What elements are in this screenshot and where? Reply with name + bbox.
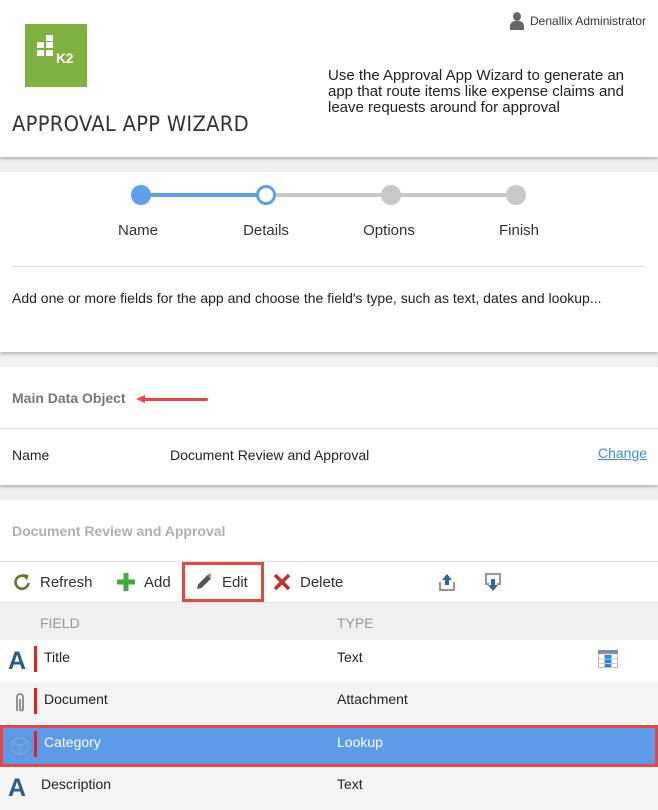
table-row[interactable]: A Description Text [0, 767, 658, 809]
text-icon: A [8, 774, 27, 802]
required-indicator [34, 688, 37, 714]
step-dot-finish[interactable] [506, 185, 526, 205]
field-type: Text [337, 649, 363, 665]
download-icon [484, 572, 502, 591]
table-row[interactable]: A Title Text [0, 640, 658, 682]
logo-text: K2 [56, 50, 73, 66]
add-button[interactable]: Add [116, 562, 171, 602]
plus-icon [117, 573, 135, 591]
step-dot-name[interactable] [131, 185, 151, 205]
fields-toolbar: Refresh Add Edit Delete [0, 561, 658, 603]
step-dot-details[interactable] [256, 185, 276, 205]
main-data-object-heading: Main Data Object [12, 390, 126, 406]
field-name: Category [44, 734, 101, 750]
step-dot-options[interactable] [381, 185, 401, 205]
column-header-type[interactable]: TYPE [337, 615, 374, 631]
progress-track-completed [141, 193, 266, 197]
name-value: Document Review and Approval [170, 447, 370, 463]
step-label-finish: Finish [498, 222, 539, 239]
cube-icon [11, 736, 29, 756]
logo-square [46, 50, 53, 56]
logo-square [37, 42, 44, 48]
step-label-name: Name [117, 222, 158, 239]
page-title: APPROVAL APP WIZARD [12, 112, 249, 136]
wizard-steps-panel: Name Details Options Finish Add one or m… [0, 172, 658, 352]
fields-panel: Document Review and Approval Refresh Add… [0, 500, 658, 810]
field-name: Description [41, 776, 112, 792]
field-type: Lookup [337, 734, 383, 750]
edit-button[interactable]: Edit [182, 562, 264, 602]
divider [12, 266, 645, 267]
pencil-icon [197, 573, 212, 589]
annotation-arrow-icon [136, 395, 208, 404]
field-name: Title [44, 649, 70, 665]
step-label-options: Options [363, 222, 415, 239]
table-icon[interactable] [598, 650, 618, 668]
delete-label: Delete [300, 573, 344, 591]
main-data-object-panel: Main Data Object Name Document Review an… [0, 367, 658, 485]
refresh-icon [14, 574, 30, 590]
divider [0, 428, 658, 429]
import-button[interactable] [483, 562, 503, 602]
required-indicator [34, 646, 37, 672]
export-button[interactable] [437, 562, 457, 602]
delete-button[interactable]: Delete [272, 562, 343, 602]
k2-logo: K2 [25, 24, 87, 87]
required-indicator [34, 731, 37, 757]
logo-square [46, 42, 53, 48]
user-name: Denallix Administrator [530, 14, 647, 28]
edit-label: Edit [222, 573, 248, 591]
field-type: Attachment [337, 691, 408, 707]
upload-icon [438, 574, 456, 592]
name-label: Name [12, 447, 50, 463]
step-label-details: Details [243, 222, 289, 239]
change-link[interactable]: Change [598, 445, 647, 461]
table-row[interactable]: Document Attachment [0, 682, 658, 724]
refresh-button[interactable]: Refresh [12, 562, 93, 602]
logo-square [46, 35, 53, 41]
wizard-description: Use the Approval App Wizard to generate … [328, 67, 625, 116]
fields-grid-header: FIELD TYPE [0, 603, 658, 640]
add-label: Add [144, 573, 171, 591]
paperclip-icon [16, 693, 24, 712]
logo-square [37, 50, 44, 56]
column-header-field[interactable]: FIELD [40, 615, 80, 631]
user-icon [510, 12, 524, 30]
field-name: Document [44, 691, 108, 707]
text-icon: A [8, 647, 27, 675]
app-header: K2 APPROVAL APP WIZARD Denallix Administ… [0, 0, 658, 157]
field-type: Text [337, 776, 363, 792]
refresh-label: Refresh [40, 573, 93, 591]
step-instructions: Add one or more fields for the app and c… [12, 290, 602, 306]
table-row-selected[interactable]: Category Lookup [0, 725, 658, 767]
fields-heading: Document Review and Approval [12, 523, 226, 539]
user-menu[interactable]: Denallix Administrator [510, 12, 646, 30]
delete-x-icon [273, 573, 291, 591]
